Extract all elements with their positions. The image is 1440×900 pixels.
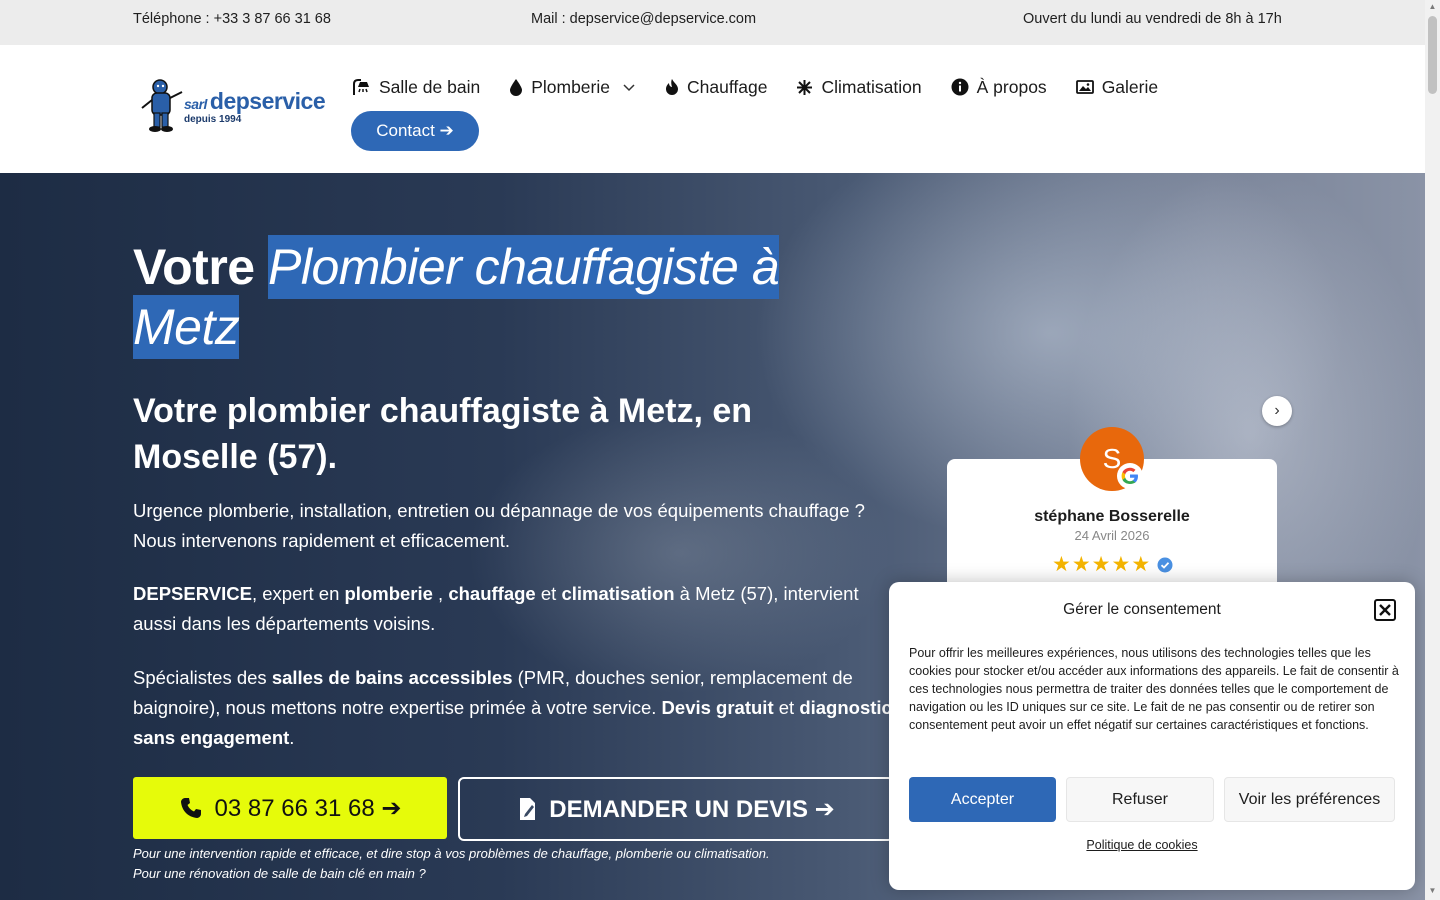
star-icon: ★ — [1071, 553, 1091, 576]
scrollbar-thumb[interactable] — [1428, 16, 1437, 94]
hero-note-intervention: Pour une intervention rapide et efficace… — [133, 846, 770, 861]
cookie-policy-link[interactable]: Politique de cookies — [889, 838, 1395, 852]
star-icon: ★ — [1111, 553, 1131, 576]
document-edit-icon — [520, 798, 536, 820]
topbar-hours: Ouvert du lundi au vendredi de 8h à 17h — [1023, 11, 1282, 27]
star-icon: ★ — [1091, 553, 1111, 576]
phone-icon — [180, 798, 201, 818]
nav-item-plomberie[interactable]: Plomberie — [509, 77, 636, 98]
info-icon — [951, 78, 969, 96]
scroll-down-arrow-icon[interactable]: ▼ — [1428, 886, 1437, 896]
review-next-arrow-icon[interactable]: › — [1262, 396, 1292, 426]
accept-button[interactable]: Accepter — [909, 777, 1056, 822]
shower-icon — [353, 79, 369, 95]
nav-item-a-propos[interactable]: À propos — [951, 77, 1047, 98]
logo-tagline: depuis 1994 — [184, 114, 242, 125]
consent-title: Gérer le consentement — [1063, 601, 1221, 618]
call-phone-label: 03 87 66 31 68 ➔ — [214, 794, 402, 822]
nav-item-galerie[interactable]: Galerie — [1075, 76, 1159, 98]
hero-paragraph-urgence: Urgence plomberie, installation, entreti… — [133, 500, 865, 551]
request-quote-button[interactable]: DEMANDER UN DEVIS ➔ — [458, 777, 894, 841]
main-nav: Salle de bain Plomberie Chauffage Climat… — [352, 75, 1187, 99]
hero-note-renovation: Pour une rénovation de salle de bain clé… — [133, 866, 426, 881]
star-icon: ★ — [1052, 553, 1071, 576]
request-quote-label: DEMANDER UN DEVIS ➔ — [549, 795, 835, 823]
image-icon — [1075, 80, 1094, 94]
nav-item-chauffage[interactable]: Chauffage — [665, 77, 767, 98]
plumber-mascot-icon — [141, 79, 183, 132]
view-preferences-button[interactable]: Voir les préférences — [1224, 777, 1395, 822]
review-rating: ★ ★ ★ ★ ★ — [1052, 554, 1173, 575]
chevron-down-icon[interactable] — [622, 82, 636, 92]
site-header: sarl depservice depuis 1994 Salle de bain… — [0, 45, 1425, 173]
close-icon[interactable] — [1374, 599, 1396, 621]
review-date: 24 Avril 2026 — [1074, 528, 1150, 543]
flame-icon — [666, 79, 678, 95]
call-phone-button[interactable]: 03 87 66 31 68 ➔ — [133, 777, 447, 839]
drop-icon — [510, 79, 523, 96]
hero-paragraph-specialistes: Spécialistes des salles de bains accessi… — [133, 667, 892, 748]
consent-text: Pour offrir les meilleures expériences, … — [909, 646, 1399, 732]
nav-label: Chauffage — [687, 76, 768, 97]
nav-label: Galerie — [1101, 76, 1159, 97]
hero-paragraph-expert: DEPSERVICE, expert en plomberie , chauff… — [133, 583, 859, 634]
snowflake-icon — [797, 79, 813, 95]
scroll-up-arrow-icon[interactable]: ▲ — [1428, 2, 1437, 12]
refuse-button[interactable]: Refuser — [1066, 777, 1214, 822]
logo-wordmark: sarl depservice — [184, 88, 326, 114]
site-logo[interactable]: sarl depservice depuis 1994 — [138, 78, 326, 134]
nav-label: Salle de bain — [379, 76, 481, 97]
hero-title: Votre Plombier chauffagiste à Metz — [133, 235, 893, 359]
reviewer-name: stéphane Bosserelle — [1034, 508, 1190, 525]
topbar-mail[interactable]: Mail : depservice@depservice.com — [531, 11, 756, 27]
google-icon — [1117, 463, 1143, 489]
verified-badge-icon — [1157, 557, 1173, 572]
nav-label: Climatisation — [821, 76, 922, 97]
page-scrollbar[interactable]: ▲ ▼ — [1425, 0, 1440, 900]
star-icon: ★ — [1131, 553, 1151, 576]
nav-label: Plomberie — [531, 76, 610, 97]
top-info-bar: Téléphone : +33 3 87 66 31 68 Mail : dep… — [0, 0, 1425, 45]
nav-item-climatisation[interactable]: Climatisation — [796, 76, 922, 98]
hero-subtitle: Votre plombier chauffagiste à Metz, en M… — [133, 392, 753, 476]
topbar-phone[interactable]: Téléphone : +33 3 87 66 31 68 — [133, 11, 331, 27]
cookie-consent-modal: Gérer le consentement Pour offrir les me… — [889, 582, 1415, 890]
nav-item-salle-de-bain[interactable]: Salle de bain — [352, 77, 480, 98]
nav-label: À propos — [976, 76, 1047, 97]
contact-button[interactable]: Contact ➔ — [351, 111, 479, 151]
